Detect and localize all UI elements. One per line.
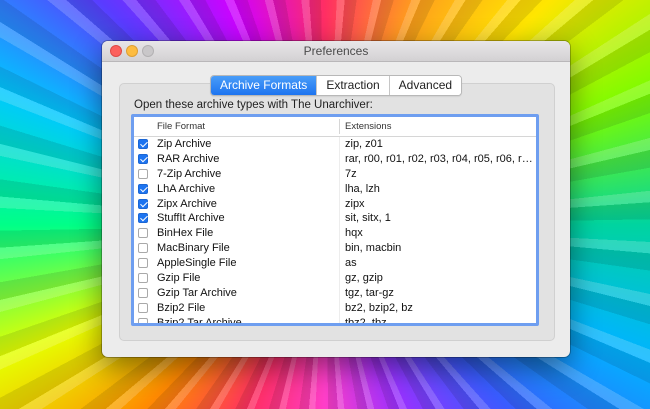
extensions-cell: gz, gzip (345, 272, 383, 285)
format-checkbox[interactable] (138, 243, 148, 254)
format-checkbox[interactable] (138, 228, 148, 239)
tab-archive-formats[interactable]: Archive Formats (210, 76, 317, 95)
tab-extraction[interactable]: Extraction (316, 76, 389, 95)
file-format-cell: Gzip Tar Archive (157, 286, 237, 299)
file-format-cell: Zip Archive (157, 138, 212, 150)
format-checkbox[interactable] (138, 302, 148, 313)
extensions-cell: rar, r00, r01, r02, r03, r04, r05, r06, … (345, 152, 535, 165)
table-row[interactable]: Gzip Tar Archive tgz, tar-gz (134, 286, 536, 301)
table-header: File Format Extensions (134, 117, 536, 137)
format-checkbox[interactable] (138, 139, 148, 149)
table-row[interactable]: BinHex File hqx (134, 226, 536, 241)
format-checkbox[interactable] (138, 168, 148, 179)
table-row[interactable]: MacBinary File bin, macbin (134, 241, 536, 256)
file-format-cell: AppleSingle File (157, 257, 237, 270)
file-format-cell: Bzip2 Tar Archive (157, 316, 242, 326)
extensions-cell: zipx (345, 197, 365, 210)
archive-types-table[interactable]: File Format Extensions Zip Archive zip, z… (131, 114, 539, 326)
file-format-cell: Bzip2 File (157, 301, 206, 314)
file-format-cell: Zipx Archive (157, 197, 217, 210)
instruction-label: Open these archive types with The Unarch… (134, 99, 373, 111)
table-row[interactable]: 7-Zip Archive 7z (134, 167, 536, 182)
tab-advanced[interactable]: Advanced (388, 76, 462, 95)
format-checkbox[interactable] (138, 153, 148, 164)
format-checkbox[interactable] (138, 317, 148, 323)
table-row[interactable]: LhA Archive lha, lzh (134, 182, 536, 197)
table-row[interactable]: Zip Archive zip, z01 (134, 137, 536, 152)
file-format-cell: BinHex File (157, 227, 214, 240)
extensions-cell: as (345, 257, 357, 270)
format-checkbox[interactable] (138, 183, 148, 194)
table-row[interactable]: Bzip2 File bz2, bzip2, bz (134, 301, 536, 316)
preferences-window: Preferences Archive Formats Extraction Adv… (102, 41, 570, 357)
format-checkbox[interactable] (138, 287, 148, 298)
extensions-cell: bz2, bzip2, bz (345, 301, 413, 314)
extensions-cell: bin, macbin (345, 242, 402, 255)
extensions-cell: tgz, tar-gz (345, 286, 394, 299)
extensions-cell: sit, sitx, 1 (345, 212, 391, 225)
window-title: Preferences (303, 44, 369, 58)
format-checkbox[interactable] (138, 213, 148, 224)
format-checkbox[interactable] (138, 273, 148, 284)
file-format-cell: MacBinary File (157, 242, 230, 255)
table-row[interactable]: RAR Archive rar, r00, r01, r02, r03, r04,… (134, 152, 536, 167)
column-header-file-format[interactable]: File Format (157, 121, 205, 132)
table-row[interactable]: Zipx Archive zipx (134, 197, 536, 212)
table-row[interactable]: Bzip2 Tar Archive tbz2, tbz (134, 316, 536, 326)
table-row[interactable]: AppleSingle File as (134, 256, 536, 271)
extensions-cell: tbz2, tbz (345, 316, 387, 326)
extensions-cell: zip, z01 (345, 138, 383, 150)
format-checkbox[interactable] (138, 258, 148, 269)
file-format-cell: StuffIt Archive (157, 212, 225, 225)
extensions-cell: 7z (345, 167, 357, 180)
format-checkbox[interactable] (138, 198, 148, 209)
table-row[interactable]: StuffIt Archive sit, sitx, 1 (134, 211, 536, 226)
table-body: Zip Archive zip, z01 RAR Archive rar, r00, … (134, 137, 536, 326)
title-bar[interactable]: Preferences (102, 41, 570, 62)
extensions-cell: hqx (345, 227, 363, 240)
column-header-extensions[interactable]: Extensions (345, 121, 391, 132)
file-format-cell: Gzip File (157, 272, 201, 285)
extensions-cell: lha, lzh (345, 182, 380, 195)
table-row[interactable]: Gzip File gz, gzip (134, 271, 536, 286)
file-format-cell: LhA Archive (157, 182, 216, 195)
file-format-cell: 7-Zip Archive (157, 167, 222, 180)
tab-bar: Archive Formats Extraction Advanced (102, 75, 570, 96)
file-format-cell: RAR Archive (157, 152, 220, 165)
